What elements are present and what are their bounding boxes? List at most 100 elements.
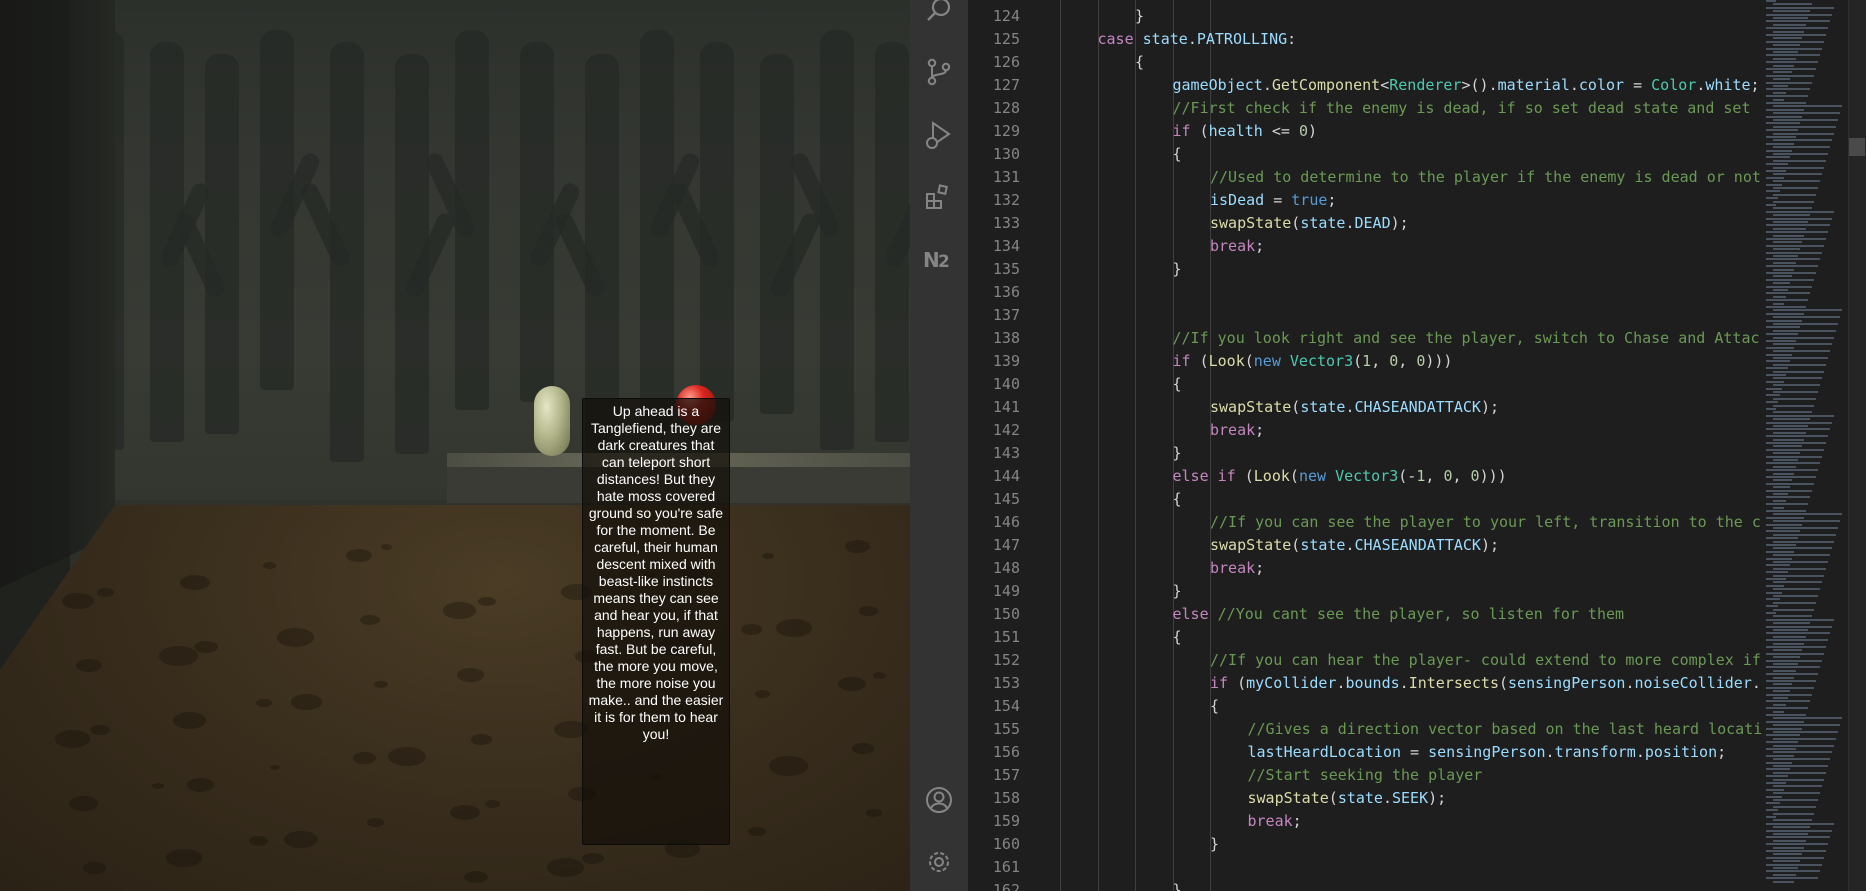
minimap-line bbox=[1773, 363, 1826, 366]
floor-pebble bbox=[838, 677, 866, 691]
floor-pebble bbox=[478, 597, 496, 606]
code-token: ( bbox=[1289, 467, 1299, 485]
minimap-line bbox=[1773, 853, 1802, 856]
minimap-line bbox=[1773, 581, 1822, 584]
minimap-line bbox=[1773, 425, 1808, 427]
minimap-line bbox=[1773, 737, 1836, 740]
code-token: ( bbox=[1190, 352, 1209, 370]
minimap-line bbox=[1773, 860, 1800, 863]
minimap-line bbox=[1773, 44, 1800, 47]
floor-pebble bbox=[270, 765, 280, 770]
code-line: 139 if (Look(new Vector3(1, 0, 0))) bbox=[968, 350, 1866, 373]
code-token: case bbox=[1097, 30, 1143, 48]
vertical-scrollbar[interactable] bbox=[1848, 0, 1866, 891]
minimap-line bbox=[1766, 829, 1832, 832]
code-token: { bbox=[1172, 375, 1182, 393]
minimap-line bbox=[1766, 584, 1784, 587]
minimap-line bbox=[1773, 601, 1816, 604]
minimap-line bbox=[1773, 241, 1802, 244]
minimap-line bbox=[1773, 397, 1816, 400]
game-viewport[interactable]: Up ahead is a Tanglefiend, they are dark… bbox=[0, 0, 910, 891]
settings-gear-icon[interactable] bbox=[910, 837, 968, 887]
scrollbar-thumb[interactable] bbox=[1849, 138, 1865, 156]
code-line: 128 //First check if the enemy is dead, i… bbox=[968, 97, 1866, 120]
run-debug-icon[interactable] bbox=[910, 110, 968, 160]
code-token: } bbox=[1172, 260, 1182, 278]
code-editor[interactable]: 124} 125 case state.PATROLLING: 126{127 game… bbox=[968, 0, 1866, 891]
minimap-line bbox=[1773, 710, 1784, 713]
minimap-line bbox=[1766, 156, 1790, 159]
floor-pebble bbox=[62, 593, 94, 609]
minimap-line bbox=[1766, 374, 1786, 376]
minimap-line bbox=[1773, 132, 1834, 135]
minimap-line bbox=[1766, 34, 1826, 36]
minimap-line bbox=[1773, 227, 1806, 230]
source-control-icon[interactable] bbox=[910, 47, 968, 97]
minimap-line bbox=[1766, 734, 1800, 737]
code-token: state bbox=[1142, 30, 1188, 48]
line-number: 156 bbox=[992, 743, 1020, 761]
floor-pebble bbox=[762, 553, 774, 559]
minimap-line bbox=[1766, 768, 1790, 771]
minimap-line bbox=[1773, 540, 1834, 543]
code-line: 143} bbox=[968, 442, 1866, 465]
minimap-line bbox=[1766, 231, 1828, 234]
search-icon[interactable] bbox=[910, 0, 968, 36]
code-line: 156 lastHeardLocation = sensingPerson.tra… bbox=[968, 741, 1866, 764]
minimap-line bbox=[1773, 30, 1804, 33]
minimap-line bbox=[1773, 595, 1818, 597]
minimap-line bbox=[1773, 554, 1830, 557]
line-number: 160 bbox=[992, 835, 1020, 853]
code-token: myCollider bbox=[1246, 674, 1337, 692]
minimap-line bbox=[1766, 251, 1822, 254]
line-number: 131 bbox=[992, 168, 1020, 186]
line-number: 141 bbox=[992, 398, 1020, 416]
code-token: . bbox=[1399, 674, 1409, 692]
code-token: , bbox=[1398, 352, 1417, 370]
line-number: 153 bbox=[992, 674, 1020, 692]
floor-pebble bbox=[485, 800, 500, 808]
line-number: 126 bbox=[992, 53, 1020, 71]
minimap-line bbox=[1773, 329, 1836, 332]
floor-pebble bbox=[194, 641, 218, 653]
line-number: 135 bbox=[992, 260, 1020, 278]
code-token: state bbox=[1337, 789, 1383, 807]
code-line: 154 { bbox=[968, 695, 1866, 718]
minimap-line bbox=[1773, 384, 1820, 387]
minimap-line bbox=[1766, 503, 1808, 506]
minimap-line bbox=[1766, 353, 1792, 356]
minimap-line bbox=[1773, 459, 1798, 461]
minimap-line bbox=[1773, 690, 1790, 693]
player-capsule bbox=[534, 386, 570, 456]
minimap-line bbox=[1773, 153, 1828, 155]
minimap-line bbox=[1766, 646, 1826, 648]
code-line: 152 //If you can hear the player- could e… bbox=[968, 649, 1866, 672]
minimap[interactable] bbox=[1762, 0, 1848, 891]
minimap-line bbox=[1766, 142, 1794, 145]
extensions-icon[interactable] bbox=[910, 172, 968, 222]
code-token: 0 bbox=[1298, 122, 1308, 140]
minimap-line bbox=[1773, 880, 1794, 883]
minimap-line bbox=[1773, 248, 1800, 251]
minimap-line bbox=[1773, 261, 1796, 264]
minimap-line bbox=[1766, 13, 1832, 16]
code-line: 124} bbox=[968, 5, 1866, 28]
code-token: if bbox=[1210, 674, 1229, 692]
minimap-line bbox=[1773, 873, 1796, 876]
code-token: //Gives a direction vector based on the … bbox=[1247, 720, 1763, 738]
code-token: else if bbox=[1172, 467, 1236, 485]
code-token: <= bbox=[1262, 122, 1299, 140]
minimap-line bbox=[1773, 731, 1838, 733]
floor-pebble bbox=[180, 575, 210, 590]
code-token: health bbox=[1208, 122, 1263, 140]
minimap-line bbox=[1766, 183, 1782, 186]
nx-console-icon[interactable]: N2 bbox=[910, 235, 968, 285]
minimap-line bbox=[1773, 357, 1828, 359]
minimap-line bbox=[1766, 0, 1776, 2]
code-token: } bbox=[1210, 835, 1220, 853]
code-line: 153 if (myCollider.bounds.Intersects(sens… bbox=[968, 672, 1866, 695]
account-icon[interactable] bbox=[910, 775, 968, 825]
code-token: lastHeardLocation bbox=[1247, 743, 1402, 761]
code-token: break bbox=[1210, 237, 1256, 255]
minimap-line bbox=[1766, 367, 1788, 370]
